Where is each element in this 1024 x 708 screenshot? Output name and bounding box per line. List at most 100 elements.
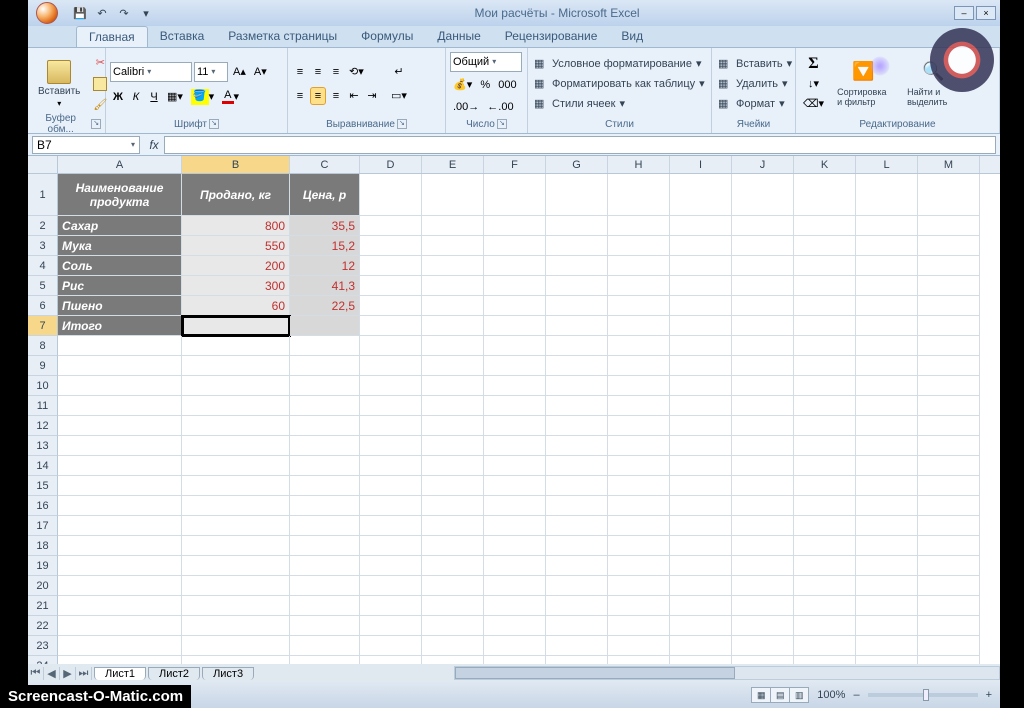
cell-G6[interactable] (546, 296, 608, 316)
cell-L15[interactable] (856, 476, 918, 496)
zoom-in-button[interactable]: + (986, 689, 992, 701)
cell-B22[interactable] (182, 616, 290, 636)
cell-M22[interactable] (918, 616, 980, 636)
cell-H15[interactable] (608, 476, 670, 496)
align-dialog-launcher[interactable]: ↘ (397, 119, 407, 129)
font-dialog-launcher[interactable]: ↘ (209, 119, 219, 129)
cell-K13[interactable] (794, 436, 856, 456)
cell-M15[interactable] (918, 476, 980, 496)
cell-B14[interactable] (182, 456, 290, 476)
align-top-button[interactable]: ≡ (292, 63, 308, 81)
cell-C21[interactable] (290, 596, 360, 616)
cell-D1[interactable] (360, 174, 422, 216)
cell-K6[interactable] (794, 296, 856, 316)
cell-K12[interactable] (794, 416, 856, 436)
cell-F1[interactable] (484, 174, 546, 216)
cell-A6[interactable]: Пшено (58, 296, 182, 316)
cell-M10[interactable] (918, 376, 980, 396)
cell-M3[interactable] (918, 236, 980, 256)
cell-D24[interactable] (360, 656, 422, 664)
cell-K18[interactable] (794, 536, 856, 556)
tab-вставка[interactable]: Вставка (148, 26, 217, 47)
cell-M14[interactable] (918, 456, 980, 476)
wrap-text-button[interactable]: ↵ (388, 63, 410, 81)
borders-button[interactable]: ▦▾ (164, 88, 186, 106)
cell-D11[interactable] (360, 396, 422, 416)
column-header-G[interactable]: G (546, 156, 608, 173)
cell-B24[interactable] (182, 656, 290, 664)
cell-B13[interactable] (182, 436, 290, 456)
cell-A2[interactable]: Сахар (58, 216, 182, 236)
cell-C2[interactable]: 35,5 (290, 216, 360, 236)
cell-D22[interactable] (360, 616, 422, 636)
cell-C7[interactable] (290, 316, 360, 336)
cell-F7[interactable] (484, 316, 546, 336)
cell-L16[interactable] (856, 496, 918, 516)
row-header-13[interactable]: 13 (28, 436, 58, 456)
cell-D16[interactable] (360, 496, 422, 516)
cell-M9[interactable] (918, 356, 980, 376)
cell-C23[interactable] (290, 636, 360, 656)
cell-B23[interactable] (182, 636, 290, 656)
row-header-1[interactable]: 1 (28, 174, 58, 216)
row-header-11[interactable]: 11 (28, 396, 58, 416)
decrease-decimal-button[interactable]: ←.00 (484, 98, 516, 116)
cell-F14[interactable] (484, 456, 546, 476)
cell-H21[interactable] (608, 596, 670, 616)
cell-A8[interactable] (58, 336, 182, 356)
row-header-14[interactable]: 14 (28, 456, 58, 476)
cell-J8[interactable] (732, 336, 794, 356)
cell-F22[interactable] (484, 616, 546, 636)
cell-C17[interactable] (290, 516, 360, 536)
row-header-3[interactable]: 3 (28, 236, 58, 256)
merge-button[interactable]: ▭▾ (388, 87, 410, 105)
cell-C20[interactable] (290, 576, 360, 596)
row-header-21[interactable]: 21 (28, 596, 58, 616)
cell-G9[interactable] (546, 356, 608, 376)
sheet-nav-first[interactable]: ⏮ (28, 667, 44, 680)
font-name-combo[interactable]: Calibri▾ (110, 62, 192, 82)
cell-E1[interactable] (422, 174, 484, 216)
column-header-D[interactable]: D (360, 156, 422, 173)
cell-G21[interactable] (546, 596, 608, 616)
row-header-7[interactable]: 7 (28, 316, 58, 336)
cell-B17[interactable] (182, 516, 290, 536)
cell-I7[interactable] (670, 316, 732, 336)
cell-J3[interactable] (732, 236, 794, 256)
cell-K10[interactable] (794, 376, 856, 396)
bold-button[interactable]: Ж (110, 88, 126, 106)
cell-K15[interactable] (794, 476, 856, 496)
cell-D3[interactable] (360, 236, 422, 256)
cell-H11[interactable] (608, 396, 670, 416)
format-as-table-button[interactable]: ▦Форматировать как таблицу ▾ (532, 75, 707, 93)
cell-M17[interactable] (918, 516, 980, 536)
cell-E6[interactable] (422, 296, 484, 316)
cell-B8[interactable] (182, 336, 290, 356)
cell-K5[interactable] (794, 276, 856, 296)
cell-D19[interactable] (360, 556, 422, 576)
select-all-corner[interactable] (28, 156, 58, 173)
column-header-J[interactable]: J (732, 156, 794, 173)
cell-A14[interactable] (58, 456, 182, 476)
cell-G20[interactable] (546, 576, 608, 596)
cell-I10[interactable] (670, 376, 732, 396)
cell-H10[interactable] (608, 376, 670, 396)
cell-G3[interactable] (546, 236, 608, 256)
cell-F15[interactable] (484, 476, 546, 496)
qat-customize-icon[interactable]: ▾ (138, 5, 154, 21)
cell-B12[interactable] (182, 416, 290, 436)
cell-G11[interactable] (546, 396, 608, 416)
cell-A24[interactable] (58, 656, 182, 664)
cell-I21[interactable] (670, 596, 732, 616)
cell-L11[interactable] (856, 396, 918, 416)
cell-I15[interactable] (670, 476, 732, 496)
autosum-button[interactable]: Σ (800, 55, 827, 73)
format-cells-button[interactable]: ▦Формат ▾ (716, 95, 794, 113)
cell-C14[interactable] (290, 456, 360, 476)
cell-K7[interactable] (794, 316, 856, 336)
cell-B16[interactable] (182, 496, 290, 516)
cell-K20[interactable] (794, 576, 856, 596)
align-left-button[interactable]: ≡ (292, 87, 308, 105)
cell-J20[interactable] (732, 576, 794, 596)
cell-J10[interactable] (732, 376, 794, 396)
